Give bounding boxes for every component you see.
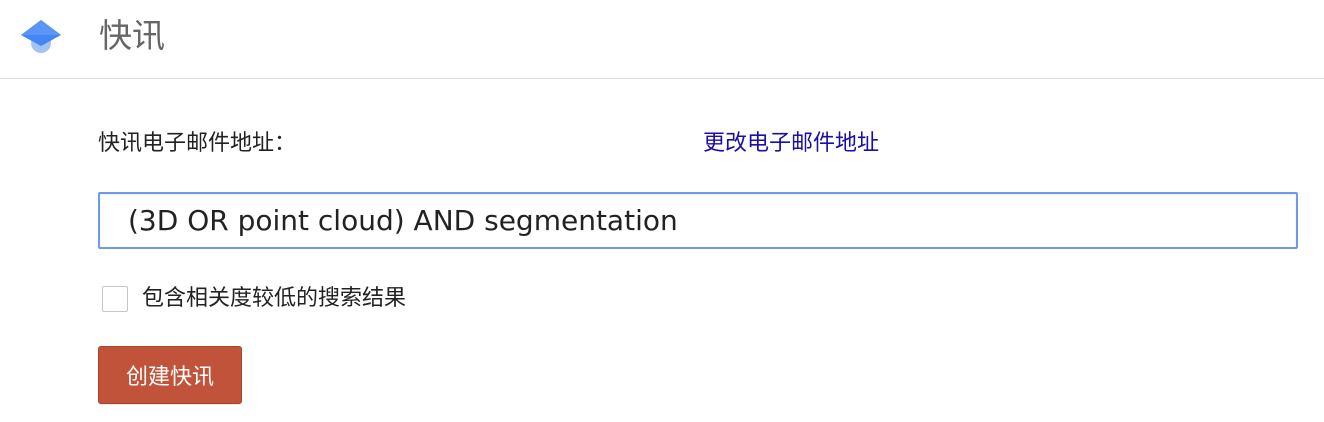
scholar-cap-icon[interactable] <box>21 16 61 56</box>
email-address-label: 快讯电子邮件地址： <box>98 131 297 156</box>
change-email-link[interactable]: 更改电子邮件地址 <box>703 127 879 161</box>
page-title: 快讯 <box>99 16 165 55</box>
include-less-relevant-label[interactable]: 包含相关度较低的搜索结果 <box>142 282 406 316</box>
include-less-relevant-checkbox[interactable] <box>102 286 128 312</box>
alert-query-input[interactable] <box>98 192 1298 249</box>
header: 快讯 <box>0 0 1324 79</box>
include-less-relevant-row[interactable]: 包含相关度较低的搜索结果 <box>102 282 406 316</box>
alerts-page: 快讯 快讯电子邮件地址： 更改电子邮件地址 包含相关度较低的搜索结果 创建快讯 <box>0 0 1324 422</box>
create-alert-button[interactable]: 创建快讯 <box>98 346 242 404</box>
